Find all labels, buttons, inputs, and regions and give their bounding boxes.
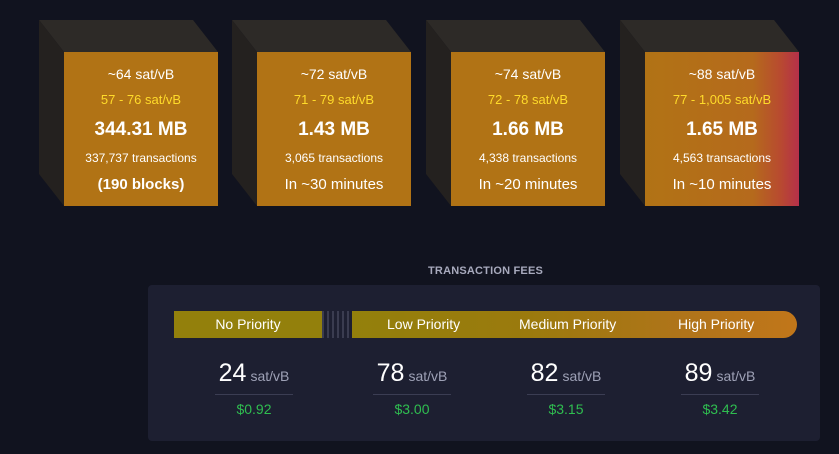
block-fee-range: 57 - 76 sat/vB — [100, 92, 182, 107]
fee-divider — [373, 394, 451, 395]
block-tx-count: 4,338 transactions — [478, 151, 578, 165]
fee-unit: sat/vB — [562, 368, 602, 384]
fee-usd: $3.42 — [702, 401, 738, 417]
transaction-fees-title: TRANSACTION FEES — [428, 265, 544, 277]
priority-no-label: No Priority — [174, 311, 322, 338]
block-side-face — [232, 20, 257, 206]
fee-rate: 78 — [376, 359, 405, 387]
priority-low-label: Low Priority — [387, 316, 461, 332]
fee-rate: 24 — [218, 359, 247, 387]
fee-usd: $3.15 — [548, 401, 584, 417]
priority-bar: Low Priority Medium Priority High Priori… — [352, 311, 797, 338]
fee-high-priority: 89 sat/vB $3.42 — [660, 359, 780, 417]
fee-rate: 89 — [684, 359, 713, 387]
block-front-face: ~64 sat/vB 57 - 76 sat/vB 344.31 MB 337,… — [64, 52, 218, 206]
block-fee-range: 72 - 78 sat/vB — [487, 92, 569, 107]
fee-divider — [527, 394, 605, 395]
block-top-face — [39, 20, 218, 52]
block-size: 1.43 MB — [298, 119, 370, 140]
fee-low-priority: 78 sat/vB $3.00 — [352, 359, 472, 417]
fee-unit: sat/vB — [408, 368, 448, 384]
block-median-fee: ~74 sat/vB — [494, 66, 562, 82]
fee-medium-priority: 82 sat/vB $3.15 — [506, 359, 626, 417]
mempool-block-3[interactable]: ~74 sat/vB 72 - 78 sat/vB 1.66 MB 4,338 … — [426, 20, 605, 206]
block-front-face: ~88 sat/vB 77 - 1,005 sat/vB 1.65 MB 4,5… — [645, 52, 799, 206]
block-median-fee: ~64 sat/vB — [107, 66, 175, 82]
block-median-fee: ~88 sat/vB — [688, 66, 756, 82]
fee-no-priority: 24 sat/vB $0.92 — [194, 359, 314, 417]
block-fee-range: 77 - 1,005 sat/vB — [672, 92, 772, 107]
block-size: 1.66 MB — [492, 119, 564, 140]
priority-medium-label: Medium Priority — [519, 316, 617, 332]
block-size: 1.65 MB — [686, 119, 758, 140]
block-side-face — [426, 20, 451, 206]
fee-divider — [681, 394, 759, 395]
mempool-block-1[interactable]: ~64 sat/vB 57 - 76 sat/vB 344.31 MB 337,… — [39, 20, 218, 206]
block-tx-count: 3,065 transactions — [284, 151, 384, 165]
mempool-block-4[interactable]: ~88 sat/vB 77 - 1,005 sat/vB 1.65 MB 4,5… — [620, 20, 799, 206]
mempool-block-2[interactable]: ~72 sat/vB 71 - 79 sat/vB 1.43 MB 3,065 … — [232, 20, 411, 206]
block-top-face — [232, 20, 411, 52]
block-top-face — [620, 20, 799, 52]
block-tx-count: 4,563 transactions — [672, 151, 772, 165]
priority-high-label: High Priority — [678, 316, 755, 332]
block-eta: In ~20 minutes — [478, 176, 578, 193]
fee-usd: $0.92 — [236, 401, 272, 417]
fee-unit: sat/vB — [250, 368, 290, 384]
block-median-fee: ~72 sat/vB — [300, 66, 368, 82]
block-eta: (190 blocks) — [97, 176, 185, 193]
fee-divider — [215, 394, 293, 395]
block-fee-range: 71 - 79 sat/vB — [293, 92, 375, 107]
block-front-face: ~74 sat/vB 72 - 78 sat/vB 1.66 MB 4,338 … — [451, 52, 605, 206]
block-tx-count: 337,737 transactions — [85, 151, 197, 165]
block-eta: In ~30 minutes — [284, 176, 384, 193]
fee-usd: $3.00 — [394, 401, 430, 417]
fee-unit: sat/vB — [716, 368, 756, 384]
block-top-face — [426, 20, 605, 52]
fee-rate: 82 — [530, 359, 559, 387]
transaction-fees-panel: No Priority Low Priority Medium Priority… — [148, 285, 820, 441]
block-side-face — [620, 20, 645, 206]
block-front-face: ~72 sat/vB 71 - 79 sat/vB 1.43 MB 3,065 … — [257, 52, 411, 206]
block-eta: In ~10 minutes — [672, 176, 772, 193]
block-side-face — [39, 20, 64, 206]
block-size: 344.31 MB — [94, 119, 188, 140]
priority-separator — [322, 311, 352, 338]
